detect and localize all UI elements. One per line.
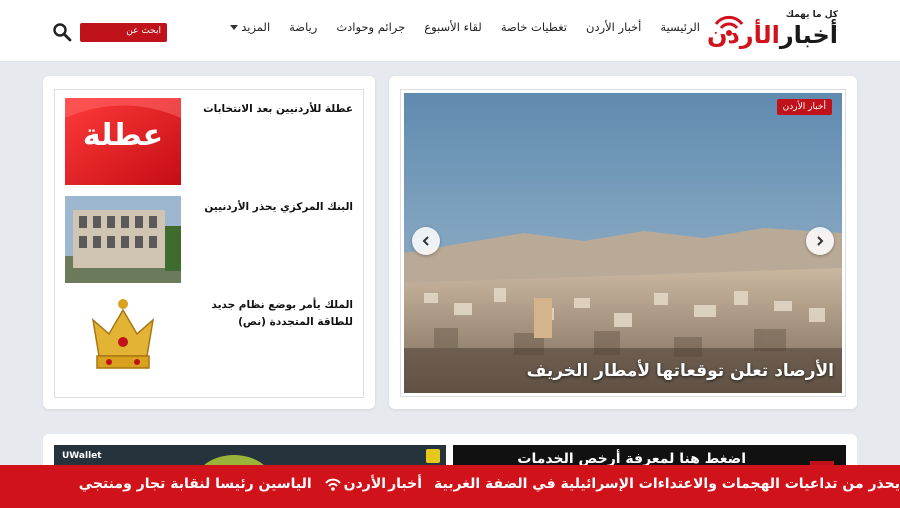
nav-item-special-coverage[interactable]: تغطيات خاصة bbox=[501, 20, 567, 34]
thumb-text: عطلة bbox=[82, 118, 164, 153]
slider-prev-button[interactable] bbox=[412, 227, 440, 255]
nav-more-label: المزيد bbox=[241, 20, 271, 34]
slider-next-button[interactable] bbox=[806, 227, 834, 255]
nav-item-crimes[interactable]: جرائم وحوادث bbox=[336, 20, 405, 34]
slide-image[interactable]: أخبار الأردن الأرصاد تعلن توقعاتها لأمطا… bbox=[404, 93, 842, 393]
nav-item-jordan-news[interactable]: أخبار الأردن bbox=[586, 20, 641, 34]
ticker-item[interactable]: يحذر من تداعيات الهجمات والاعتداءات الإس… bbox=[434, 476, 900, 492]
slider-frame: أخبار الأردن الأرصاد تعلن توقعاتها لأمطا… bbox=[400, 89, 846, 397]
nav-item-more[interactable]: المزيد bbox=[230, 20, 270, 34]
chevron-right-icon bbox=[817, 236, 824, 246]
news-thumbnail bbox=[65, 294, 181, 381]
ticker-logo-part2: الأردن bbox=[343, 476, 387, 492]
side-news-list: عطلة عطلة للأردنيين بعد الانتخابات البنك… bbox=[43, 76, 375, 409]
search-icon[interactable] bbox=[52, 22, 72, 42]
ad-logo-icon bbox=[426, 449, 440, 463]
ticker-logo-part1: أخبار bbox=[388, 476, 423, 492]
main-nav: الرئيسية أخبار الأردن تغطيات خاصة لقاء ا… bbox=[230, 20, 700, 34]
site-logo[interactable]: كل ما يهمك أخبارالأردن bbox=[707, 10, 839, 54]
nav-item-home[interactable]: الرئيسية bbox=[660, 20, 700, 34]
news-thumbnail: عطلة bbox=[65, 98, 181, 185]
slide-title[interactable]: الأرصاد تعلن توقعاتها لأمطار الخريف bbox=[527, 361, 834, 381]
caret-down-icon bbox=[230, 24, 239, 30]
news-title[interactable]: البنك المركزي يحذر الأردنيين bbox=[183, 199, 353, 216]
wifi-icon bbox=[324, 478, 341, 491]
news-title[interactable]: عطلة للأردنيين بعد الانتخابات bbox=[183, 101, 353, 118]
wifi-icon bbox=[714, 15, 744, 36]
ticker-item[interactable]: الياسين رئيسا لنقابة تجار ومنتجي bbox=[79, 476, 312, 492]
nav-item-weekly-interview[interactable]: لقاء الأسبوع bbox=[424, 20, 482, 34]
logo-tagline: كل ما يهمك bbox=[785, 10, 838, 20]
news-thumbnail bbox=[65, 196, 181, 283]
site-header: كل ما يهمك أخبارالأردن الرئيسية أخبار ال… bbox=[0, 0, 900, 62]
list-item[interactable]: عطلة عطلة للأردنيين بعد الانتخابات bbox=[55, 98, 363, 188]
ticker-track: يحذر من تداعيات الهجمات والاعتداءات الإس… bbox=[79, 476, 900, 492]
breaking-news-ticker: يحذر من تداعيات الهجمات والاعتداءات الإس… bbox=[0, 465, 900, 508]
list-item[interactable]: البنك المركزي يحذر الأردنيين bbox=[55, 196, 363, 286]
news-title[interactable]: الملك يأمر بوضع نظام جديد للطاقة المتجدد… bbox=[183, 297, 353, 331]
side-list-frame: عطلة عطلة للأردنيين بعد الانتخابات البنك… bbox=[54, 89, 364, 398]
logo-text-part1: أخبار bbox=[779, 21, 839, 49]
ticker-logo: أخبار الأردن bbox=[324, 476, 422, 492]
crown-image bbox=[65, 294, 181, 381]
city-photo bbox=[404, 93, 842, 393]
bank-building-image bbox=[65, 196, 181, 283]
search-input[interactable]: ابحث عن bbox=[80, 23, 167, 42]
chevron-left-icon bbox=[422, 236, 429, 246]
category-badge[interactable]: أخبار الأردن bbox=[776, 99, 832, 115]
list-item[interactable]: الملك يأمر بوضع نظام جديد للطاقة المتجدد… bbox=[55, 294, 363, 384]
featured-slider: أخبار الأردن الأرصاد تعلن توقعاتها لأمطا… bbox=[389, 76, 857, 409]
nav-item-sports[interactable]: رياضة bbox=[289, 20, 317, 34]
ad-brand-label: UWallet bbox=[62, 451, 102, 461]
